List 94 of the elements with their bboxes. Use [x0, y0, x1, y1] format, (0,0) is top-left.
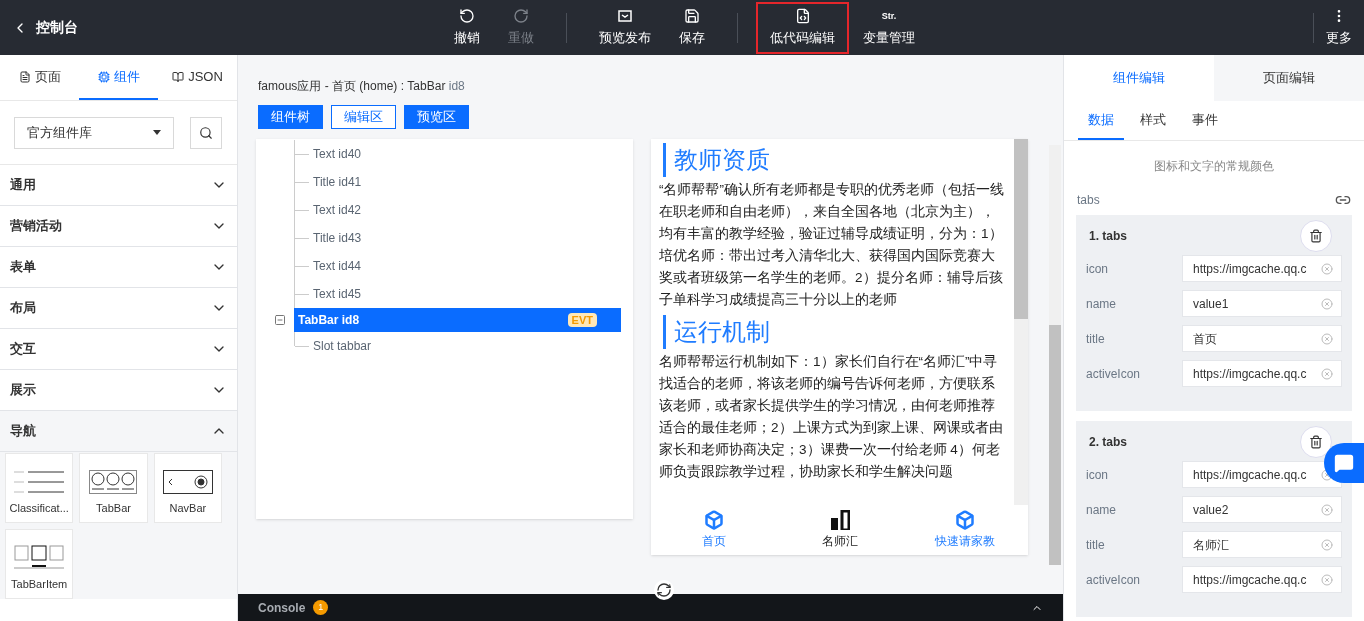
category-header[interactable]: 通用: [0, 165, 237, 206]
tree-item[interactable]: Text id44: [313, 257, 362, 275]
page-icon: [18, 70, 31, 83]
section-title: 运行机制: [663, 315, 1006, 349]
monitor-icon: [617, 7, 633, 24]
navbar-drawing: [162, 469, 213, 494]
console-label[interactable]: Console: [258, 598, 306, 617]
more-button[interactable]: 更多: [1314, 7, 1364, 48]
redo-icon: [513, 7, 529, 24]
section-text: “名师帮帮”确认所有老师都是专职的优秀老师（包括一线在职老师和自由老师），来自全国各地（北京为主），均有丰富的教学经验，验证过辅导成绩证明，分为：1）培优名师：带出过考入清华北大、获得国内国际竞赛大奖或者班级第一名学生的老师。2）提分名师：辅导后孩子单科学习成绩提高三十分以上的老师: [659, 181, 1005, 309]
preview-tab[interactable]: 首页: [651, 505, 777, 555]
text-field[interactable]: 首页: [1182, 325, 1342, 352]
trash-icon: [1309, 435, 1323, 449]
refresh-icon[interactable]: [654, 580, 674, 600]
toolbar-button[interactable]: 预览发布: [585, 1, 665, 54]
chat-icon: [1334, 453, 1354, 473]
preview-tab[interactable]: 名师汇: [776, 505, 903, 555]
cube-icon: [703, 510, 724, 530]
component-tile[interactable]: TabBarItem: [5, 529, 74, 599]
field-label: title: [1086, 330, 1106, 348]
event-badge: EVT: [567, 313, 597, 327]
panel-tab[interactable]: JSON: [158, 55, 237, 100]
text-field[interactable]: 名师汇: [1182, 531, 1342, 558]
bars-icon: [829, 510, 850, 530]
book-icon: [172, 70, 185, 83]
field-label: activeIcon: [1086, 571, 1142, 589]
chip-icon: [97, 70, 110, 83]
field-label: activeIcon: [1086, 365, 1142, 383]
count-badge: 1: [313, 600, 329, 615]
text-field[interactable]: https://imgcache.qq.c: [1182, 461, 1342, 488]
collapse-icon[interactable]: [274, 314, 286, 326]
component-tile[interactable]: Classificat...: [5, 453, 74, 523]
back-button[interactable]: 控制台: [0, 17, 440, 38]
search-icon: [199, 125, 213, 140]
panel-tab[interactable]: 组件: [79, 55, 158, 100]
section-text: 名师帮帮运行机制如下：1）家长们自行在“名师汇”中寻找适合的老师，将该老师的编号告诉何老师，方便联系该老师，或者家长提供学生的学习情况，由何老师推荐适合的最佳老师；2）上课方式为到家上课、网课或者由家长和老师协商决定；3）课费一次一付给老师 4）何老师负责跟踪教学过程，协助家长和学生解决问题: [659, 353, 1004, 481]
sub-tab[interactable]: 样式: [1130, 101, 1176, 140]
tabbar-item-drawing: [14, 543, 65, 570]
card-title: 1. tabs: [1088, 228, 1127, 245]
tree-item[interactable]: Text id40: [313, 145, 362, 163]
str-icon: Str.: [881, 7, 897, 24]
search-button[interactable]: [190, 116, 222, 149]
field-label: tabs: [1077, 192, 1100, 209]
panel-tab[interactable]: 页面: [0, 55, 79, 100]
field-label: icon: [1086, 260, 1109, 278]
tree-item[interactable]: TabBar id8 EVT: [294, 308, 621, 332]
list-drawing: [14, 469, 65, 494]
text-field[interactable]: https://imgcache.qq.c: [1182, 255, 1342, 282]
category-header[interactable]: 交互: [0, 329, 237, 370]
trash-icon: [1309, 229, 1323, 243]
field-label: title: [1086, 536, 1106, 554]
component-tile[interactable]: TabBar: [79, 453, 148, 523]
view-toggle-button[interactable]: 预览区: [404, 105, 469, 129]
caret-icon: [153, 130, 161, 135]
tabbar-drawing: [89, 469, 138, 494]
chat-button[interactable]: [1324, 443, 1364, 483]
field-label: icon: [1086, 466, 1109, 484]
tree-item[interactable]: Text id42: [313, 201, 362, 219]
panel-tab[interactable]: 页面编辑: [1214, 55, 1364, 101]
sub-tab[interactable]: 事件: [1182, 101, 1228, 140]
text-field[interactable]: value2: [1182, 496, 1342, 523]
toolbar-button[interactable]: 撤销: [440, 1, 494, 54]
tree-item[interactable]: Slot tabbar: [313, 337, 372, 355]
category-header[interactable]: 营销活动: [0, 206, 237, 247]
delete-button[interactable]: [1300, 220, 1332, 252]
undo-icon: [459, 7, 475, 24]
tree-item[interactable]: Title id41: [313, 173, 362, 191]
library-select[interactable]: 官方组件库: [14, 116, 174, 149]
field-label: name: [1086, 295, 1118, 313]
text-field[interactable]: https://imgcache.qq.c: [1182, 566, 1342, 593]
cube-icon: [955, 510, 976, 530]
view-toggle-button[interactable]: 编辑区: [331, 105, 396, 129]
toolbar-button[interactable]: 低代码编辑: [756, 1, 849, 54]
view-toggle-button[interactable]: 组件树: [258, 105, 323, 129]
category-header[interactable]: 表单: [0, 247, 237, 288]
tree-item[interactable]: Text id45: [313, 285, 362, 303]
save-icon: [684, 7, 700, 24]
card-title: 2. tabs: [1088, 434, 1127, 451]
field-label: name: [1086, 501, 1118, 519]
toolbar-button[interactable]: Str. 变量管理: [849, 1, 929, 54]
breadcrumb: famous应用 - 首页 (home) : TabBar id8: [258, 78, 466, 95]
toolbar-button[interactable]: 保存: [665, 1, 719, 54]
section-title: 教师资质: [663, 143, 1006, 177]
text-field[interactable]: value1: [1182, 290, 1342, 317]
tree-item[interactable]: Title id43: [313, 229, 362, 247]
text-field[interactable]: https://imgcache.qq.c: [1182, 360, 1342, 387]
hint-text: 图标和文字的常规颜色: [1153, 158, 1275, 175]
preview-tab[interactable]: 快速请家教: [902, 505, 1028, 555]
component-tile[interactable]: NavBar: [153, 453, 222, 523]
file-code-icon: [794, 7, 811, 24]
delete-button[interactable]: [1300, 426, 1332, 458]
category-header[interactable]: 导航: [0, 411, 237, 452]
category-header[interactable]: 布局: [0, 288, 237, 329]
sub-tab[interactable]: 数据: [1078, 101, 1124, 140]
